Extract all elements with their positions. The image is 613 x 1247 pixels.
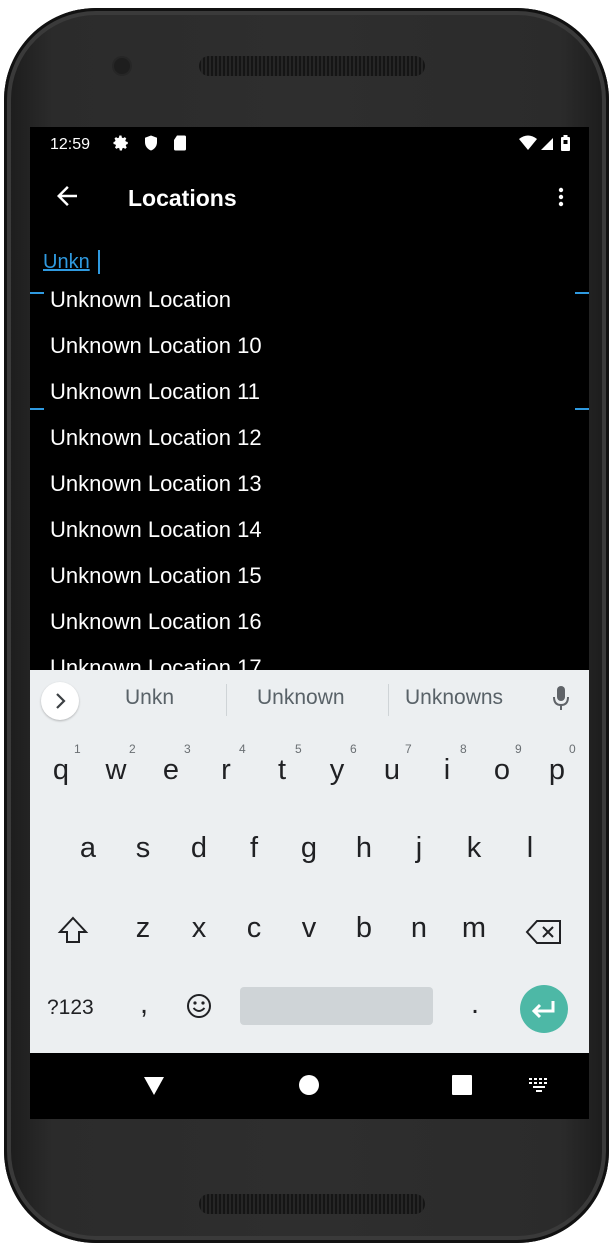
expand-toolbar-button[interactable] — [41, 682, 79, 720]
key-r[interactable]: r — [206, 754, 246, 787]
text-cursor — [98, 250, 100, 274]
status-time: 12:59 — [50, 136, 91, 153]
emoji-icon[interactable] — [185, 992, 213, 1020]
key-n[interactable]: n — [399, 912, 439, 945]
suggestion-item[interactable]: Unknown Location 10 — [30, 323, 589, 369]
key-p[interactable]: p — [537, 754, 577, 787]
word-suggestion[interactable]: Unknowns — [405, 686, 503, 710]
key-hint: 2 — [129, 742, 136, 756]
key-b[interactable]: b — [344, 912, 384, 945]
settings-icon — [113, 135, 128, 151]
page-title: Locations — [128, 185, 237, 211]
key-d[interactable]: d — [179, 832, 219, 865]
top-speaker-grille — [199, 56, 425, 76]
sd-card-icon — [174, 135, 186, 151]
word-suggestion[interactable]: Unknown — [257, 686, 345, 710]
symbols-key[interactable]: ?123 — [47, 996, 94, 1020]
key-g[interactable]: g — [289, 832, 329, 865]
key-i[interactable]: i — [427, 754, 467, 787]
home-circle-icon[interactable] — [298, 1074, 320, 1096]
more-options-icon[interactable] — [549, 183, 573, 211]
key-l[interactable]: l — [510, 832, 550, 865]
bottom-speaker-grille — [199, 1194, 425, 1214]
key-hint: 1 — [74, 742, 81, 756]
key-c[interactable]: c — [234, 912, 274, 945]
suggestion-item[interactable]: Unknown Location 17 — [30, 645, 589, 670]
shift-icon[interactable] — [56, 913, 90, 947]
key-z[interactable]: z — [123, 912, 163, 945]
shield-icon — [145, 135, 157, 151]
key-k[interactable]: k — [454, 832, 494, 865]
key-hint: 0 — [569, 742, 576, 756]
enter-key[interactable] — [520, 985, 568, 1033]
key-hint: 5 — [295, 742, 302, 756]
keyboard-suggestion-strip: Unkn Unknown Unknowns — [30, 670, 589, 728]
key-a[interactable]: a — [68, 832, 108, 865]
cell-signal-icon — [541, 138, 553, 150]
chevron-right-icon — [56, 693, 66, 709]
suggestion-item[interactable]: Unknown Location — [30, 277, 589, 323]
key-period[interactable]: . — [455, 988, 495, 1021]
key-hint: 9 — [515, 742, 522, 756]
battery-icon — [561, 135, 570, 151]
key-q[interactable]: q — [41, 754, 81, 787]
enter-arrow-icon — [531, 1001, 555, 1019]
key-hint: 7 — [405, 742, 412, 756]
key-y[interactable]: y — [317, 754, 357, 787]
suggestion-item[interactable]: Unknown Location 15 — [30, 553, 589, 599]
suggestion-item[interactable]: Unknown Location 14 — [30, 507, 589, 553]
microphone-icon[interactable] — [551, 685, 571, 713]
screen: 12:59 Locations Unkn Unknown Location Un… — [30, 127, 589, 1119]
suggestion-item[interactable]: Unknown Location 11 — [30, 369, 589, 415]
key-hint: 8 — [460, 742, 467, 756]
word-suggestion[interactable]: Unkn — [125, 686, 174, 710]
key-u[interactable]: u — [372, 754, 412, 787]
key-f[interactable]: f — [234, 832, 274, 865]
back-triangle-icon[interactable] — [142, 1075, 166, 1097]
key-hint: 6 — [350, 742, 357, 756]
suggestion-list: Unknown Location Unknown Location 10 Unk… — [30, 277, 589, 670]
key-v[interactable]: v — [289, 912, 329, 945]
key-comma[interactable]: , — [124, 988, 164, 1021]
strip-divider — [388, 684, 389, 716]
key-e[interactable]: e — [151, 754, 191, 787]
search-input[interactable]: Unkn — [43, 251, 90, 274]
navigation-bar — [30, 1053, 589, 1119]
front-camera — [114, 58, 130, 74]
key-o[interactable]: o — [482, 754, 522, 787]
soft-keyboard: Unkn Unknown Unknowns q w e r t y u i o … — [30, 670, 589, 1053]
suggestion-item[interactable]: Unknown Location 16 — [30, 599, 589, 645]
app-bar: Locations — [30, 163, 589, 233]
keyboard-switch-icon[interactable] — [528, 1077, 550, 1093]
back-arrow-icon[interactable] — [52, 181, 82, 211]
key-m[interactable]: m — [454, 912, 494, 945]
key-w[interactable]: w — [96, 754, 136, 787]
space-bar[interactable] — [240, 987, 433, 1025]
key-t[interactable]: t — [262, 754, 302, 787]
key-hint: 3 — [184, 742, 191, 756]
recents-square-icon[interactable] — [452, 1075, 472, 1095]
key-j[interactable]: j — [399, 832, 439, 865]
backspace-icon[interactable] — [525, 918, 563, 946]
status-right-icons — [517, 133, 575, 160]
suggestion-item[interactable]: Unknown Location 12 — [30, 415, 589, 461]
wifi-icon — [519, 135, 537, 150]
status-bar: 12:59 — [30, 127, 589, 163]
key-s[interactable]: s — [123, 832, 163, 865]
key-hint: 4 — [239, 742, 246, 756]
key-h[interactable]: h — [344, 832, 384, 865]
suggestion-item[interactable]: Unknown Location 13 — [30, 461, 589, 507]
key-x[interactable]: x — [179, 912, 219, 945]
strip-divider — [226, 684, 227, 716]
